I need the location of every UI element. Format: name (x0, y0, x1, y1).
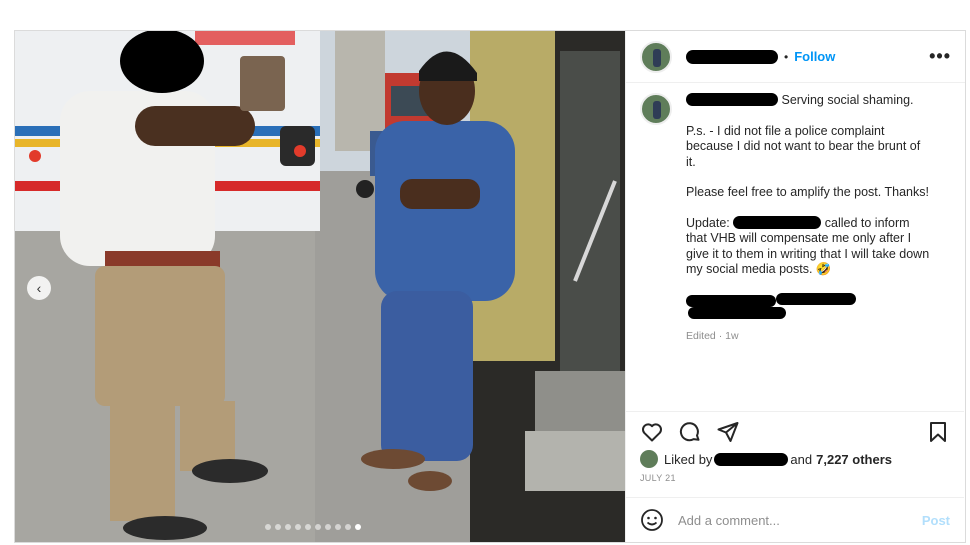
post-photo[interactable]: ‹ (15, 31, 625, 542)
post-comment-button[interactable]: Post (922, 513, 950, 528)
update-prefix: Update: (686, 215, 730, 230)
carousel-dot (335, 524, 341, 530)
photo-scene (15, 31, 625, 542)
caption-update: Update: called to inform that VHB will c… (686, 215, 930, 278)
carousel-dot (275, 524, 281, 530)
separator-dot: • (784, 49, 789, 64)
likes-count-link[interactable]: 7,227 others (816, 452, 892, 467)
redacted-username (686, 93, 778, 106)
instagram-post-card: ‹ • Follow ••• Serving social shaming. P… (14, 30, 966, 543)
carousel-dot (315, 524, 321, 530)
post-actions: Liked by and 7,227 others (626, 411, 964, 471)
comment-icon[interactable] (678, 420, 702, 444)
carousel-dot (345, 524, 351, 530)
comment-bar: Post (626, 497, 964, 542)
follow-button[interactable]: Follow (794, 49, 835, 64)
heart-icon[interactable] (640, 420, 664, 444)
redacted-name (733, 215, 822, 229)
redacted-username (686, 49, 778, 64)
redaction-bar (686, 294, 776, 307)
caption-paragraph-1: P.s. - I did not file a police complaint… (686, 123, 921, 169)
post-date: JULY 21 (640, 473, 676, 483)
likes-summary: Liked by and 7,227 others (640, 450, 950, 468)
comment-input[interactable] (678, 512, 898, 528)
chevron-left-icon: ‹ (36, 280, 42, 296)
bookmark-icon[interactable] (926, 420, 950, 444)
carousel-dot (295, 524, 301, 530)
caption-paragraph-2: Please feel free to amplify the post. Th… (686, 185, 929, 199)
caption-line1: Serving social shaming. (781, 93, 914, 107)
share-icon[interactable] (716, 420, 740, 444)
redacted-liker (714, 452, 789, 466)
redacted-hashtags (686, 292, 930, 323)
post-caption: Serving social shaming. P.s. - I did not… (640, 93, 960, 344)
emoji-icon[interactable] (640, 508, 664, 532)
carousel-dot (305, 524, 311, 530)
post-header: • Follow ••• (626, 31, 965, 83)
carousel-dot-active (355, 524, 361, 530)
carousel-dot (265, 524, 271, 530)
likes-and: and (790, 451, 813, 467)
edited-timestamp: Edited · 1w (686, 329, 739, 342)
update-after-redaction: called to (824, 215, 872, 230)
carousel-dots (265, 524, 361, 530)
more-options-icon[interactable]: ••• (929, 46, 951, 67)
caption-author-avatar[interactable] (640, 93, 672, 125)
post-side-panel: • Follow ••• Serving social shaming. P.s… (625, 31, 965, 542)
carousel-dot (285, 524, 291, 530)
likes-prefix: Liked by (664, 451, 713, 467)
redaction-bar (776, 292, 856, 305)
author-avatar[interactable] (640, 40, 672, 73)
carousel-prev-button[interactable]: ‹ (27, 276, 51, 300)
liker-avatar[interactable] (640, 450, 658, 468)
carousel-dot (325, 524, 331, 530)
redaction-bar (688, 306, 786, 319)
